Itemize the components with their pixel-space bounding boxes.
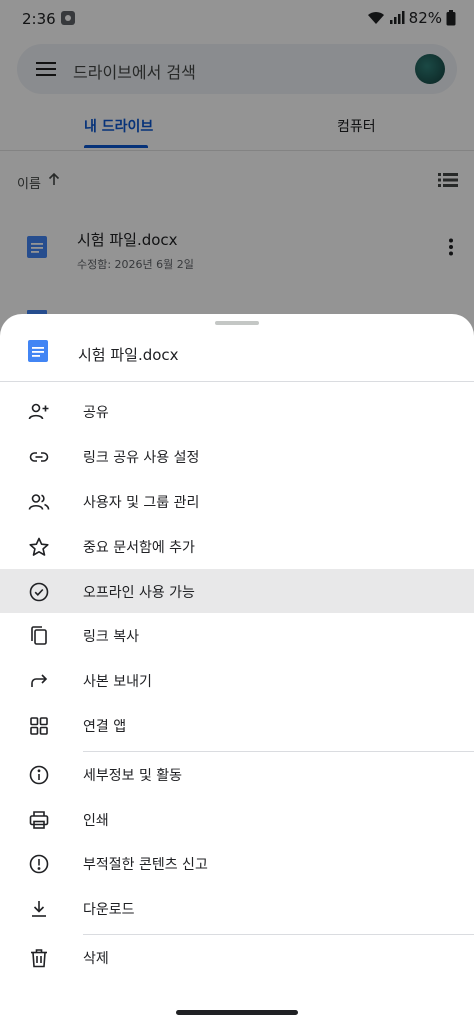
menu-item-add-to-starred[interactable]: 중요 문서함에 추가: [0, 524, 474, 568]
menu-item-label: 인쇄: [83, 813, 109, 829]
trash-icon: [28, 947, 50, 969]
menu-item-label: 링크 공유 사용 설정: [83, 450, 200, 466]
sheet-header: 시험 파일.docx: [0, 330, 474, 380]
forward-icon: [28, 670, 50, 692]
file-actions-bottom-sheet: 시험 파일.docx 공유 링크 공유 사용 설정 사용자 및 그룹 관리 중요…: [0, 314, 474, 1024]
menu-item-label: 오프라인 사용 가능: [83, 585, 195, 601]
apps-grid-icon: [28, 715, 50, 737]
menu-item-available-offline[interactable]: 오프라인 사용 가능: [0, 569, 474, 613]
menu-item-label: 연결 앱: [83, 719, 127, 735]
link-icon: [28, 446, 50, 468]
download-icon: [28, 898, 50, 920]
menu-item-label: 부적절한 콘텐츠 신고: [83, 857, 208, 873]
menu-item-label: 공유: [83, 405, 109, 421]
menu-item-label: 사용자 및 그룹 관리: [83, 495, 200, 511]
menu-item-download[interactable]: 다운로드: [0, 886, 474, 930]
menu-item-connected-apps[interactable]: 연결 앱: [0, 703, 474, 747]
sheet-drag-handle[interactable]: [215, 321, 259, 325]
copy-icon: [28, 625, 50, 647]
offline-check-icon: [28, 581, 50, 603]
menu-item-send-copy[interactable]: 사본 보내기: [0, 658, 474, 702]
star-icon: [28, 536, 50, 558]
header-divider: [0, 381, 474, 382]
menu-item-share[interactable]: 공유: [0, 389, 474, 433]
person-add-icon: [28, 401, 50, 423]
sheet-title: 시험 파일.docx: [78, 346, 179, 364]
menu-item-label: 다운로드: [83, 902, 135, 918]
menu-item-copy-link[interactable]: 링크 복사: [0, 613, 474, 657]
menu-item-label: 삭제: [83, 951, 109, 967]
menu-item-link-sharing[interactable]: 링크 공유 사용 설정: [0, 434, 474, 478]
print-icon: [28, 809, 50, 831]
menu-item-report[interactable]: 부적절한 콘텐츠 신고: [0, 841, 474, 885]
report-icon: [28, 853, 50, 875]
menu-item-label: 세부정보 및 활동: [83, 768, 183, 784]
google-docs-icon: [28, 340, 48, 362]
menu-item-delete[interactable]: 삭제: [0, 935, 474, 979]
people-icon: [28, 491, 50, 513]
menu-item-details-activity[interactable]: 세부정보 및 활동: [0, 752, 474, 796]
gesture-nav-bar[interactable]: [176, 1010, 298, 1015]
menu-item-print[interactable]: 인쇄: [0, 797, 474, 841]
menu-item-label: 링크 복사: [83, 629, 139, 645]
menu-item-manage-people[interactable]: 사용자 및 그룹 관리: [0, 479, 474, 523]
info-icon: [28, 764, 50, 786]
menu-item-label: 중요 문서함에 추가: [83, 540, 195, 556]
menu-item-label: 사본 보내기: [83, 674, 152, 690]
